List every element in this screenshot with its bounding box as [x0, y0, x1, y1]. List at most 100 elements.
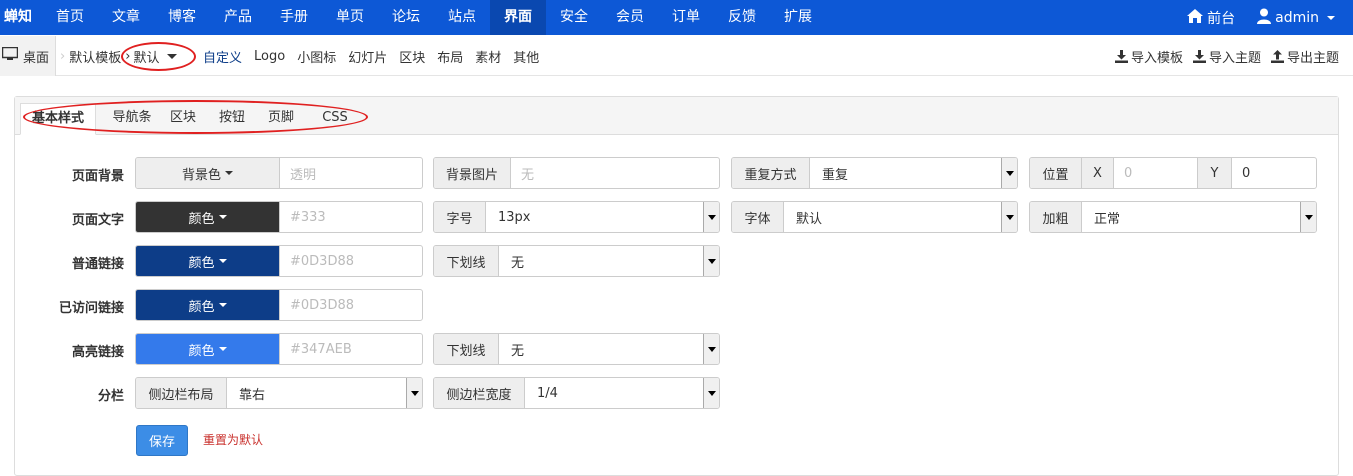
hover-underline-select[interactable]: 无	[499, 334, 719, 364]
link-color-button-label: 颜色	[188, 255, 215, 271]
front-label: 前台	[1207, 10, 1236, 27]
text-label: 页面文字	[71, 213, 124, 228]
chevron-down-icon	[406, 378, 422, 408]
brand-logo[interactable]: 蝉知	[4, 0, 32, 35]
position-field: 位置 X 0 Y 0	[1029, 157, 1317, 189]
breadcrumb-separator: ›	[60, 48, 66, 64]
main-menu: 首页 文章 博客 产品 手册 单页 论坛 站点 界面 安全 会员 订单 反馈 扩…	[42, 0, 826, 35]
position-y-addon: Y	[1198, 158, 1232, 188]
position-x-input[interactable]: 0	[1114, 158, 1198, 188]
sidebar-layout-select-value: 靠右	[239, 387, 266, 403]
bg-color-button[interactable]: 背景色	[136, 158, 280, 188]
reset-default-link[interactable]: 重置为默认	[203, 431, 263, 448]
download-icon	[1114, 49, 1128, 63]
text-color-button-label: 颜色	[188, 211, 215, 227]
repeat-select[interactable]: 重复	[810, 158, 1017, 188]
bold-field: 加粗 正常	[1029, 201, 1317, 233]
visited-label: 已访问链接	[58, 301, 124, 316]
menu-item-feedback[interactable]: 反馈	[714, 0, 770, 35]
visited-color-input[interactable]: #0D3D88	[280, 290, 422, 320]
bold-select[interactable]: 正常	[1082, 202, 1316, 232]
sub-header: 桌面 › 默认模板 › 默认 自定义 Logo 小图标 幻灯片 区块 布局 素材…	[0, 36, 1353, 76]
hover-color-input[interactable]: #347AEB	[280, 334, 422, 364]
bg-image-input[interactable]: 无	[511, 158, 719, 188]
sub-menu-logo[interactable]: Logo	[254, 49, 285, 64]
sub-menu-favicon[interactable]: 小图标	[297, 47, 336, 66]
sidebar-layout-select[interactable]: 靠右	[227, 378, 422, 408]
action-links: 导入模板 导入主题 导出主题	[1114, 36, 1339, 76]
menu-item-order[interactable]: 订单	[658, 0, 714, 35]
chevron-down-icon	[1327, 15, 1335, 20]
hover-underline-field: 下划线 无	[433, 333, 720, 365]
visited-color-button-label: 颜色	[188, 299, 215, 315]
font-select-value: 默认	[796, 211, 823, 227]
sub-menu-custom[interactable]: 自定义	[203, 47, 242, 66]
menu-item-home[interactable]: 首页	[42, 0, 98, 35]
import-theme-link[interactable]: 导入主题	[1192, 47, 1261, 66]
sidebar-width-field: 侧边栏宽度 1/4	[433, 377, 720, 409]
fontsize-addon: 字号	[434, 202, 486, 232]
user-menu[interactable]: admin	[1257, 8, 1335, 28]
user-icon	[1257, 8, 1272, 28]
bg-color-button-label: 背景色	[181, 167, 221, 183]
export-theme-link[interactable]: 导出主题	[1270, 47, 1339, 66]
sub-menu-slide[interactable]: 幻灯片	[348, 47, 387, 66]
bg-color-input[interactable]: 透明	[280, 158, 422, 188]
import-template-link[interactable]: 导入模板	[1114, 47, 1183, 66]
link-color-input[interactable]: #0D3D88	[280, 246, 422, 276]
chevron-down-icon	[1300, 202, 1316, 232]
text-color-input[interactable]: #333	[280, 202, 422, 232]
sub-menu-block[interactable]: 区块	[399, 47, 425, 66]
repeat-field: 重复方式 重复	[731, 157, 1018, 189]
visited-color-field: 颜色 #0D3D88	[135, 289, 423, 321]
hover-color-button[interactable]: 颜色	[136, 334, 280, 364]
menu-item-extension[interactable]: 扩展	[770, 0, 826, 35]
chevron-down-icon	[218, 259, 227, 263]
sub-menu-other[interactable]: 其他	[513, 47, 539, 66]
link-color-button[interactable]: 颜色	[136, 246, 280, 276]
bg-image-addon: 背景图片	[434, 158, 511, 188]
breadcrumb-template[interactable]: 默认模板	[69, 47, 121, 66]
sidebar-width-select[interactable]: 1/4	[525, 378, 719, 408]
text-color-field: 颜色 #333	[135, 201, 423, 233]
menu-item-article[interactable]: 文章	[98, 0, 154, 35]
sidebar-width-addon: 侧边栏宽度	[434, 378, 525, 408]
menu-item-book[interactable]: 手册	[266, 0, 322, 35]
sub-menu-layout[interactable]: 布局	[437, 47, 463, 66]
front-link[interactable]: 前台	[1187, 8, 1235, 28]
position-y-input[interactable]: 0	[1232, 158, 1316, 188]
save-button[interactable]: 保存	[136, 425, 188, 456]
menu-item-page[interactable]: 单页	[322, 0, 378, 35]
chevron-down-icon	[703, 334, 719, 364]
breadcrumb-desktop[interactable]: 桌面	[0, 36, 57, 76]
text-color-button[interactable]: 颜色	[136, 202, 280, 232]
chevron-down-icon	[225, 171, 233, 175]
sub-menu-material[interactable]: 素材	[475, 47, 501, 66]
font-addon: 字体	[732, 202, 784, 232]
menu-item-forum[interactable]: 论坛	[378, 0, 434, 35]
position-addon: 位置	[1030, 158, 1082, 188]
sub-menu: 自定义 Logo 小图标 幻灯片 区块 布局 素材 其他	[203, 36, 539, 76]
user-label: admin	[1275, 9, 1319, 26]
desktop-icon	[1, 46, 19, 65]
menu-item-site[interactable]: 站点	[434, 0, 490, 35]
link-underline-select[interactable]: 无	[499, 246, 719, 276]
menu-item-ui[interactable]: 界面	[490, 0, 546, 35]
link-underline-select-value: 无	[511, 255, 525, 271]
underline-addon: 下划线	[434, 334, 499, 364]
sidebar-width-select-value: 1/4	[537, 385, 558, 401]
font-select[interactable]: 默认	[784, 202, 1017, 232]
bg-image-field: 背景图片 无	[433, 157, 720, 189]
breadcrumb-desktop-label: 桌面	[23, 50, 50, 66]
menu-item-security[interactable]: 安全	[546, 0, 602, 35]
bold-select-value: 正常	[1094, 211, 1121, 227]
menu-item-product[interactable]: 产品	[210, 0, 266, 35]
menu-item-blog[interactable]: 博客	[154, 0, 210, 35]
visited-color-button[interactable]: 颜色	[136, 290, 280, 320]
fontsize-select[interactable]: 13px	[486, 202, 719, 232]
sidebar-layout-addon: 侧边栏布局	[136, 378, 227, 408]
annotation-circle	[23, 100, 368, 134]
fontsize-field: 字号 13px	[433, 201, 720, 233]
chevron-down-icon	[218, 303, 227, 307]
menu-item-member[interactable]: 会员	[602, 0, 658, 35]
